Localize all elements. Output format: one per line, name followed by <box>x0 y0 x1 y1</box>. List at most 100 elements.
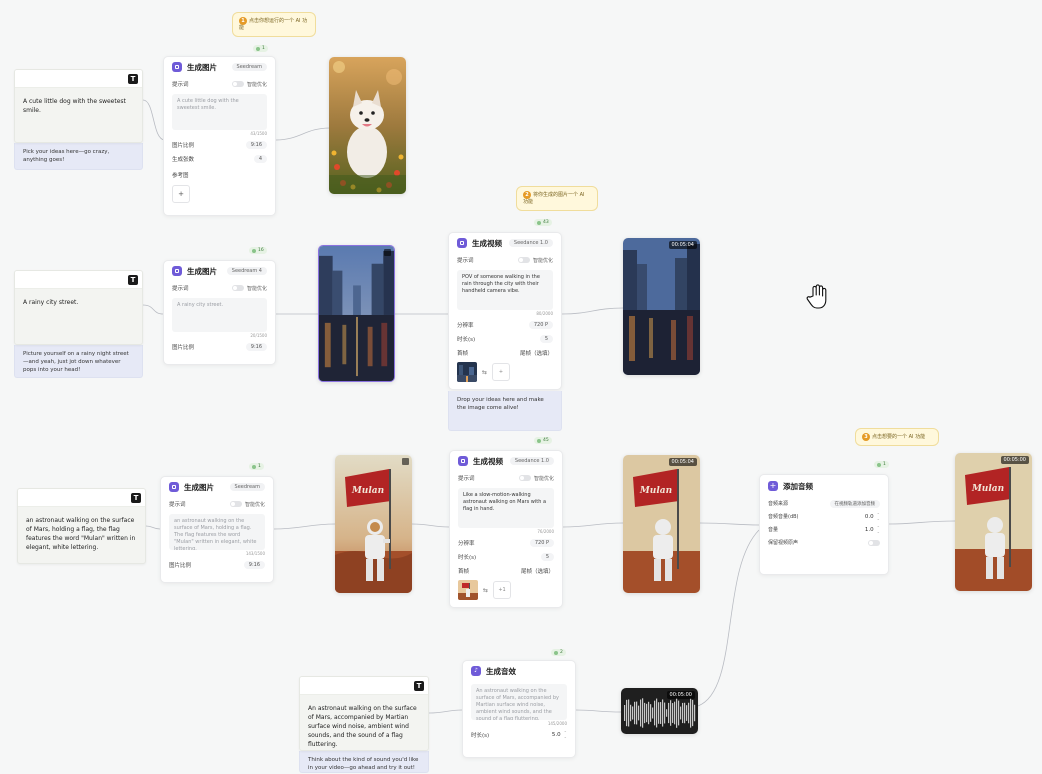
node-toolbar-chip[interactable]: 43 <box>534 219 552 226</box>
media-options-icon[interactable] <box>384 249 391 256</box>
city-video-output[interactable]: 00:05:04 <box>623 238 700 375</box>
aspect-ratio-select[interactable]: 9:16 <box>245 141 267 149</box>
toggle-label: 智能优化 <box>532 257 553 264</box>
media-options-icon[interactable] <box>402 458 409 465</box>
model-select[interactable]: Seedance 1.0 <box>509 457 554 465</box>
stepper-arrows-icon[interactable]: ⌃ ⌄ <box>564 731 567 739</box>
add-reference-button[interactable]: + <box>172 185 190 203</box>
edge-note4-sfx <box>428 709 463 714</box>
audio-source-select[interactable]: 在视频轨道添加音频 <box>829 499 880 508</box>
city-image-output[interactable] <box>318 245 395 382</box>
model-select[interactable]: Seedream <box>231 63 267 71</box>
note-text[interactable]: A cute little dog with the sweetest smil… <box>15 88 142 124</box>
add-last-frame-button[interactable]: +1 <box>493 581 512 599</box>
resolution-select[interactable]: 720 P <box>528 321 553 329</box>
resolution-select[interactable]: 720 P <box>529 539 554 547</box>
toggle-switch[interactable] <box>229 501 242 507</box>
count-select[interactable]: 4 <box>253 155 267 163</box>
video-generator-node-1[interactable]: 生成视频 Seedance 1.0 提示词 智能优化 POV of someon… <box>448 232 562 390</box>
final-video-output[interactable]: Mulan 00:05:00 <box>955 453 1032 591</box>
model-select[interactable]: Seedream <box>229 483 265 491</box>
first-frame-thumbnail[interactable] <box>458 580 478 600</box>
smart-optimize-toggle[interactable]: 智能优化 <box>231 285 267 292</box>
waveform-bar <box>642 698 644 728</box>
swap-frames-icon[interactable]: ⇆ <box>482 369 487 376</box>
toggle-switch[interactable] <box>518 475 531 481</box>
option-label: 保留视频原声 <box>768 540 799 546</box>
sound-effect-node[interactable]: ♪ 生成音效 An astronaut walking on the surfa… <box>462 660 576 758</box>
first-frame-thumbnail[interactable] <box>457 362 477 382</box>
add-last-frame-button[interactable]: + <box>492 363 511 381</box>
note-text[interactable]: An astronaut walking on the surface of M… <box>300 695 428 750</box>
node-toolbar-chip[interactable]: 1 <box>874 461 889 468</box>
audio-waveform-output[interactable]: 00:05:00 <box>621 688 698 734</box>
node-toolbar-chip[interactable]: 2 <box>551 649 566 656</box>
prompt-row: 提示词 智能优化 <box>161 497 273 511</box>
swap-frames-icon[interactable]: ⇆ <box>483 587 488 594</box>
waveform-bar <box>676 698 678 728</box>
note-card[interactable]: T An astronaut walking on the surface of… <box>299 676 429 751</box>
text-note-2[interactable]: T A rainy city street. Picture yourself … <box>14 270 143 378</box>
duration-stepper[interactable]: 5.0 ⌃ ⌄ <box>552 731 567 739</box>
option-row: 图片比例 9:16 <box>164 340 275 354</box>
node-toolbar-chip[interactable]: 45 <box>534 437 552 444</box>
node-toolbar-chip[interactable]: 16 <box>249 247 267 254</box>
char-counter: 20/1500 <box>250 333 267 338</box>
waveform-bar <box>656 698 658 728</box>
prompt-input[interactable]: A cute little dog with the sweetest smil… <box>172 94 267 130</box>
node-header: 生成视频 Seedance 1.0 <box>449 233 561 253</box>
smart-optimize-toggle[interactable]: 智能优化 <box>518 475 554 482</box>
text-note-3[interactable]: T an astronaut walking on the surface of… <box>17 488 146 564</box>
note-card[interactable]: T A rainy city street. <box>14 270 143 345</box>
node-toolbar-chip[interactable]: 1 <box>249 463 264 470</box>
text-type-icon: T <box>131 493 141 503</box>
toggle-switch[interactable] <box>517 257 530 263</box>
model-select[interactable]: Seedream 4 <box>226 267 267 275</box>
note-text[interactable]: an astronaut walking on the surface of M… <box>18 507 145 561</box>
image-generator-node-2[interactable]: 生成图片 Seedream 4 提示词 智能优化 A rainy city st… <box>163 260 276 365</box>
keep-original-audio-toggle[interactable] <box>868 539 880 546</box>
ref-row: 参考图 <box>164 168 275 182</box>
mars-video-output[interactable]: Mulan 00:05:04 <box>623 455 700 593</box>
volume-stepper[interactable]: 1.0 ⌃ ⌄ <box>865 525 880 534</box>
prompt-row: 提示词 智能优化 <box>164 77 275 91</box>
duration-select[interactable]: 5 <box>539 335 553 343</box>
image-generator-node-1[interactable]: 生成图片 Seedream 提示词 智能优化 A cute little dog… <box>163 56 276 216</box>
stepper-arrows-icon[interactable]: ⌃ ⌄ <box>877 512 880 521</box>
note-card[interactable]: T an astronaut walking on the surface of… <box>17 488 146 564</box>
option-row: 图片比例 9:16 <box>161 558 273 572</box>
text-type-icon: T <box>128 74 138 84</box>
smart-optimize-toggle[interactable]: 智能优化 <box>517 257 553 264</box>
image-generator-node-3[interactable]: 生成图片 Seedream 提示词 智能优化 an astronaut walk… <box>160 476 274 583</box>
waveform-bar <box>626 699 628 727</box>
prompt-input[interactable]: POV of someone walking in the rain throu… <box>457 270 553 310</box>
option-row: 分辨率 720 P <box>449 318 561 332</box>
prompt-input[interactable]: Like a slow-motion-walking astronaut wal… <box>458 488 554 528</box>
last-frame-label: 尾帧（选填） <box>520 569 554 575</box>
toggle-switch[interactable] <box>231 81 244 87</box>
workflow-canvas[interactable]: 1 点击你想运行的一个 AI 功能 2 将你生成的图片一个 AI 功能 3 点击想要的… <box>0 0 1042 774</box>
toggle-label: 智能优化 <box>246 81 267 88</box>
prompt-input[interactable]: an astronaut walking on the surface of M… <box>169 514 265 550</box>
toggle-switch[interactable] <box>231 285 244 291</box>
model-select[interactable]: Seedance 1.0 <box>508 239 553 247</box>
db-stepper[interactable]: 0.0 ⌃ ⌄ <box>865 512 880 521</box>
note-card[interactable]: T A cute little dog with the sweetest sm… <box>14 69 143 143</box>
smart-optimize-toggle[interactable]: 智能优化 <box>231 81 267 88</box>
aspect-ratio-select[interactable]: 9:16 <box>245 343 267 351</box>
text-note-4[interactable]: T An astronaut walking on the surface of… <box>299 676 429 773</box>
node-toolbar-chip[interactable]: 1 <box>253 45 268 52</box>
note-text[interactable]: A rainy city street. <box>15 289 142 316</box>
mars-image-output[interactable]: Mulan <box>335 455 412 593</box>
aspect-ratio-select[interactable]: 9:16 <box>243 561 265 569</box>
dog-image-output[interactable] <box>329 57 406 194</box>
ref-label: 参考图 <box>172 173 189 179</box>
stepper-arrows-icon[interactable]: ⌃ ⌄ <box>877 525 880 534</box>
add-audio-node[interactable]: + 添加音频 音频来源 在视频轨道添加音频 音频音量(dB) 0.0 ⌃ ⌄ 音量 1.0… <box>759 474 889 575</box>
duration-select[interactable]: 5 <box>540 553 554 561</box>
smart-optimize-toggle[interactable]: 智能优化 <box>229 501 265 508</box>
video-generator-node-2[interactable]: 生成视频 Seedance 1.0 提示词 智能优化 Like a slow-m… <box>449 450 563 608</box>
prompt-input[interactable]: An astronaut walking on the surface of M… <box>471 684 567 720</box>
prompt-input[interactable]: A rainy city street. <box>172 298 267 332</box>
text-note-1[interactable]: T A cute little dog with the sweetest sm… <box>14 69 143 170</box>
